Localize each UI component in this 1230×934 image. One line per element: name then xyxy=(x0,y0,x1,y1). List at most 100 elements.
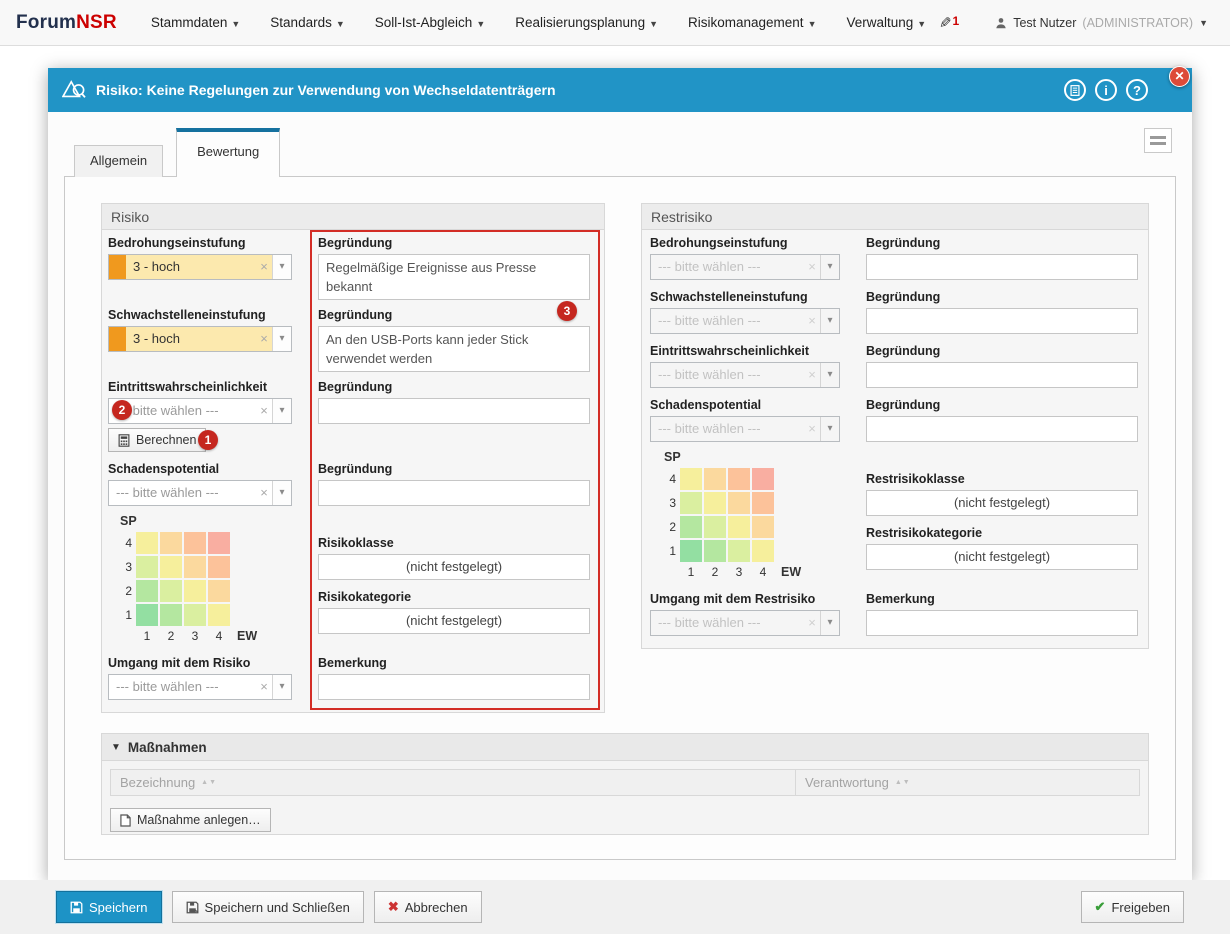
matrix-cell xyxy=(752,540,774,562)
pencil-icon: ✎ xyxy=(939,14,952,32)
bemerkung-input[interactable] xyxy=(318,674,590,700)
clear-icon[interactable]: × xyxy=(804,611,820,635)
clear-icon[interactable]: × xyxy=(256,255,272,279)
bedrohungseinstufung-select[interactable]: 3 - hoch × ▾ xyxy=(108,254,292,280)
menu-soll-ist-abgleich[interactable]: Soll-Ist-Abgleich▼ xyxy=(375,15,485,30)
rest-eintrittswahrscheinlichkeit-label: Eintrittswahrscheinlichkeit xyxy=(650,344,840,358)
restrisikoklasse-label: Restrisikoklasse xyxy=(866,472,1138,486)
chevron-down-icon[interactable]: ▾ xyxy=(272,481,291,505)
report-icon[interactable] xyxy=(1064,79,1086,101)
schadenspotential-label: Schadenspotential xyxy=(108,462,292,476)
rest-begruendung-bedrohung-label: Begründung xyxy=(866,236,1138,250)
check-icon: ✔ xyxy=(1095,899,1106,915)
chevron-down-icon[interactable]: ▾ xyxy=(820,255,839,279)
restrisikokategorie-label: Restrisikokategorie xyxy=(866,526,1138,540)
chevron-down-icon: ▼ xyxy=(111,742,121,753)
matrix-cell xyxy=(136,580,158,602)
rest-schadenspotential-select[interactable]: --- bitte wählen --- × ▾ xyxy=(650,416,840,442)
rest-bemerkung-input[interactable] xyxy=(866,610,1138,636)
rest-begruendung-eintritt-input[interactable] xyxy=(866,362,1138,388)
tab-bewertung[interactable]: Bewertung xyxy=(176,128,280,177)
clear-icon[interactable]: × xyxy=(256,399,272,423)
column-header-bezeichnung[interactable]: Bezeichnung ▲▼ xyxy=(111,770,796,795)
begruendung-eintritt-input[interactable] xyxy=(318,398,590,424)
clear-icon[interactable]: × xyxy=(804,255,820,279)
matrix-cell xyxy=(160,604,182,626)
chevron-down-icon: ▼ xyxy=(476,19,485,29)
massnahme-anlegen-button[interactable]: Maßnahme anlegen… xyxy=(110,808,271,832)
berechnen-button[interactable]: Berechnen xyxy=(108,428,206,452)
matrix-cell xyxy=(680,468,702,490)
rest-begruendung-schaden-input[interactable] xyxy=(866,416,1138,442)
sort-icons[interactable]: ▲▼ xyxy=(895,779,911,786)
clear-icon[interactable]: × xyxy=(804,309,820,333)
speichern-und-schliessen-button[interactable]: Speichern und Schließen xyxy=(172,891,364,923)
umgang-restrisiko-select[interactable]: --- bitte wählen --- × ▾ xyxy=(650,610,840,636)
chevron-down-icon[interactable]: ▾ xyxy=(820,309,839,333)
dialog-titlebar: Risiko: Keine Regelungen zur Verwendung … xyxy=(48,68,1192,112)
begruendung-bedrohung-input[interactable]: Regelmäßige Ereignisse aus Presse bekann… xyxy=(318,254,590,300)
rest-schwachstelleneinstufung-select[interactable]: --- bitte wählen --- × ▾ xyxy=(650,308,840,334)
chevron-down-icon: ▼ xyxy=(917,19,926,29)
chevron-down-icon[interactable]: ▾ xyxy=(272,675,291,699)
matrix-grid xyxy=(680,468,774,562)
column-header-verantwortung[interactable]: Verantwortung ▲▼ xyxy=(796,770,1139,795)
user-name: Test Nutzer xyxy=(1013,16,1076,30)
clear-icon[interactable]: × xyxy=(804,417,820,441)
menu-realisierungsplanung[interactable]: Realisierungsplanung▼ xyxy=(515,15,658,30)
chevron-down-icon[interactable]: ▾ xyxy=(820,611,839,635)
clear-icon[interactable]: × xyxy=(256,327,272,351)
matrix-cell xyxy=(728,516,750,538)
menu-risikomanagement[interactable]: Risikomanagement▼ xyxy=(688,15,816,30)
help-icon[interactable]: ? xyxy=(1126,79,1148,101)
risk-dialog: Risiko: Keine Regelungen zur Verwendung … xyxy=(48,68,1192,880)
rest-bedrohungseinstufung-select[interactable]: --- bitte wählen --- × ▾ xyxy=(650,254,840,280)
menu-verwaltung[interactable]: Verwaltung▼ xyxy=(846,15,926,30)
matrix-cell xyxy=(160,580,182,602)
eintrittswahrscheinlichkeit-select[interactable]: --- bitte wählen --- × ▾ xyxy=(108,398,292,424)
begruendung-schaden-input[interactable] xyxy=(318,480,590,506)
chevron-down-icon[interactable]: ▾ xyxy=(272,327,291,351)
close-icon[interactable]: ✕ xyxy=(1169,66,1190,87)
rest-begruendung-schwachstelle-input[interactable] xyxy=(866,308,1138,334)
schwachstelleneinstufung-select[interactable]: 3 - hoch × ▾ xyxy=(108,326,292,352)
sort-icons[interactable]: ▲▼ xyxy=(201,779,217,786)
dialog-footer: Speichern Speichern und Schließen ✖ Abbr… xyxy=(0,880,1230,934)
begruendung-schwachstelle-input[interactable]: An den USB-Ports kann jeder Stick verwen… xyxy=(318,326,590,372)
chevron-down-icon[interactable]: ▾ xyxy=(272,255,291,279)
pending-edits-indicator[interactable]: ✎ 1 xyxy=(939,14,959,32)
restrisiko-panel-title: Restrisiko xyxy=(642,204,1148,230)
info-icon[interactable]: i xyxy=(1095,79,1117,101)
matrix-row-labels: 4321 xyxy=(662,468,676,562)
chevron-down-icon[interactable]: ▾ xyxy=(820,417,839,441)
clear-icon[interactable]: × xyxy=(804,363,820,387)
brand-part1: Forum xyxy=(16,12,76,33)
risiko-panel: Risiko Bedrohungseinstufung 3 - hoch × ▾… xyxy=(101,203,605,713)
massnahmen-collapse-header[interactable]: ▼ Maßnahmen xyxy=(102,734,1148,761)
clear-icon[interactable]: × xyxy=(256,481,272,505)
chevron-down-icon[interactable]: ▾ xyxy=(272,399,291,423)
speichern-button[interactable]: Speichern xyxy=(56,891,162,923)
freigeben-button[interactable]: ✔ Freigeben xyxy=(1081,891,1184,923)
risk-analysis-icon xyxy=(62,79,86,101)
umgang-risiko-select[interactable]: --- bitte wählen --- × ▾ xyxy=(108,674,292,700)
restrisikokategorie-value: (nicht festgelegt) xyxy=(866,544,1138,570)
menu-stammdaten[interactable]: Stammdaten▼ xyxy=(151,15,240,30)
layout-toggle-icon[interactable] xyxy=(1144,128,1172,153)
menu-standards[interactable]: Standards▼ xyxy=(270,15,344,30)
matrix-cell xyxy=(184,532,206,554)
app-logo[interactable]: ForumNSR xyxy=(16,12,117,34)
user-menu[interactable]: Test Nutzer (ADMINISTRATOR) ▼ xyxy=(995,16,1208,30)
risikoklasse-value: (nicht festgelegt) xyxy=(318,554,590,580)
massnahmen-table-header: Bezeichnung ▲▼ Verantwortung ▲▼ xyxy=(110,769,1140,796)
matrix-cell xyxy=(184,604,206,626)
severity-color-swatch xyxy=(109,255,126,279)
chevron-down-icon: ▼ xyxy=(231,19,240,29)
abbrechen-button[interactable]: ✖ Abbrechen xyxy=(374,891,482,923)
clear-icon[interactable]: × xyxy=(256,675,272,699)
chevron-down-icon[interactable]: ▾ xyxy=(820,363,839,387)
rest-eintrittswahrscheinlichkeit-select[interactable]: --- bitte wählen --- × ▾ xyxy=(650,362,840,388)
rest-begruendung-bedrohung-input[interactable] xyxy=(866,254,1138,280)
schadenspotential-select[interactable]: --- bitte wählen --- × ▾ xyxy=(108,480,292,506)
tab-allgemein[interactable]: Allgemein xyxy=(74,145,163,177)
